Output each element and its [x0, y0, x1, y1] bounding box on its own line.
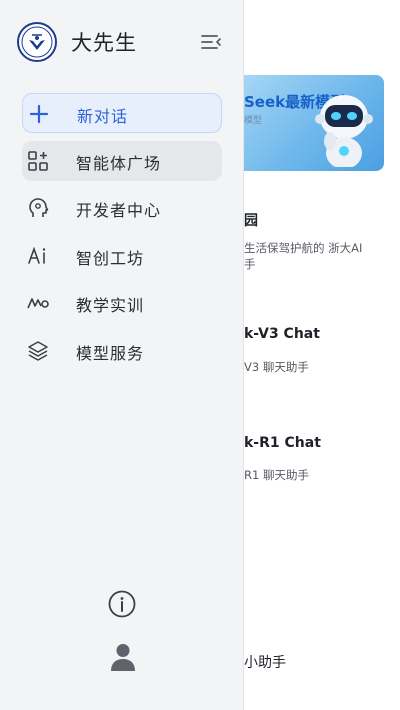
menu-item-creative-workshop[interactable]: 智创工坊: [22, 236, 222, 276]
university-logo: [17, 22, 57, 62]
model-banner[interactable]: Seek最新模型 模型: [236, 75, 384, 171]
ai-text-icon: [28, 246, 46, 264]
menu-label-developer-center: 开发者中心: [76, 201, 162, 220]
user-avatar-icon[interactable]: [110, 642, 136, 672]
menu-item-new-chat[interactable]: 新对话: [22, 93, 222, 133]
menu-item-agent-square[interactable]: 智能体广场: [22, 140, 222, 181]
app-name: 大先生: [71, 31, 137, 55]
drawer-menu: 新对话 智能体广场 开发者中心 智创工坊 教学实训 模型服务: [22, 93, 222, 378]
wave-teaching-icon: [27, 298, 49, 309]
menu-item-teaching-training[interactable]: 教学实训: [22, 283, 222, 323]
bg-item-title-2[interactable]: k-V3 Chat: [244, 326, 320, 342]
plus-icon: [29, 104, 49, 124]
head-gear-icon: [29, 198, 49, 217]
bg-item-desc-1: 生活保驾护航的 浙大AI: [244, 241, 363, 255]
collapse-sidebar-icon[interactable]: [199, 32, 223, 52]
bg-item-desc-1b: 手: [244, 257, 256, 271]
menu-label-agent-square: 智能体广场: [76, 153, 162, 173]
bg-item-title-3[interactable]: k-R1 Chat: [244, 435, 321, 451]
menu-label-new-chat: 新对话: [77, 107, 129, 126]
bg-item-title-4[interactable]: 小助手: [244, 652, 286, 672]
bg-item-desc-3: R1 聊天助手: [244, 468, 309, 482]
grid-shapes-icon: [28, 150, 48, 171]
info-icon[interactable]: [107, 589, 137, 619]
logo-emblem-icon: [21, 26, 53, 58]
menu-label-model-service: 模型服务: [76, 343, 145, 363]
bg-item-desc-2: V3 聊天助手: [244, 360, 309, 374]
bg-item-title-1[interactable]: 园: [244, 210, 258, 230]
menu-label-creative-workshop: 智创工坊: [76, 248, 145, 268]
menu-item-developer-center[interactable]: 开发者中心: [22, 188, 222, 228]
side-drawer: 大先生 新对话 智能体广场 开发者中心 智创工坊 教学实训 模型服务: [0, 0, 244, 710]
robot-icon: [315, 95, 373, 167]
layers-icon: [28, 340, 48, 361]
banner-subtitle: 模型: [244, 116, 263, 126]
menu-label-teaching-training: 教学实训: [76, 296, 145, 315]
menu-item-model-service[interactable]: 模型服务: [22, 331, 222, 371]
